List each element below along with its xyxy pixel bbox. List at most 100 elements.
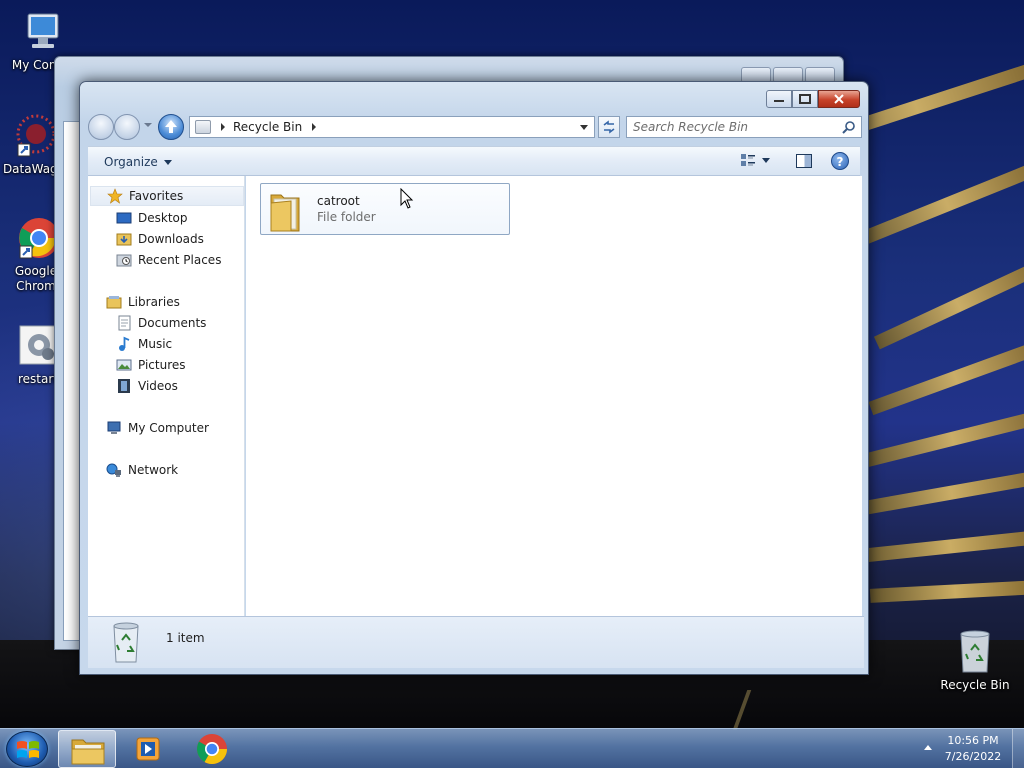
nav-network[interactable]: Network: [106, 460, 178, 480]
item-count: 1 item: [166, 631, 205, 645]
nav-label: Desktop: [138, 211, 188, 225]
nav-pictures[interactable]: Pictures: [116, 355, 186, 375]
videos-film-icon: [116, 378, 132, 394]
up-button[interactable]: [158, 114, 184, 140]
wallpaper-beam: [861, 470, 1024, 516]
taskbar-chrome-button[interactable]: [183, 730, 241, 768]
arrow-up-icon: [165, 120, 177, 133]
nav-label: My Computer: [128, 421, 209, 435]
nav-documents[interactable]: Documents: [116, 313, 206, 333]
nav-videos[interactable]: Videos: [116, 376, 178, 396]
nav-label: Libraries: [128, 295, 180, 309]
libraries-icon: [106, 294, 122, 310]
clock-time: 10:56 PM: [947, 734, 999, 747]
desktop-icon: [116, 210, 132, 226]
minimize-icon: [774, 100, 784, 102]
address-bar[interactable]: Recycle Bin: [189, 116, 595, 138]
nav-label: Network: [128, 463, 179, 477]
file-name: catroot: [317, 194, 360, 208]
show-hidden-icons-chevron-icon[interactable]: [924, 745, 932, 750]
recycle-bin-icon: [951, 628, 999, 676]
recycle-bin-small-icon: [195, 120, 211, 134]
nav-libraries[interactable]: Libraries: [106, 292, 180, 312]
folder-icon: [71, 739, 105, 765]
organize-menu-button[interactable]: Organize: [104, 155, 172, 169]
wallpaper-beam: [851, 160, 1024, 249]
nav-music[interactable]: Music: [116, 334, 172, 354]
nav-recent-places[interactable]: Recent Places: [116, 250, 221, 270]
pictures-icon: [116, 357, 132, 373]
chrome-icon: [12, 214, 60, 262]
preview-pane-button[interactable]: [796, 154, 812, 168]
chrome-icon: [196, 734, 227, 765]
wallpaper-beam: [869, 580, 1024, 603]
desktop-icon-recycle-bin[interactable]: Recycle Bin: [935, 628, 1015, 693]
breadcrumb-separator-icon[interactable]: [312, 123, 317, 131]
recent-pages-dropdown[interactable]: [144, 123, 152, 127]
show-desktop-button[interactable]: [1012, 729, 1024, 768]
navigation-pane: Favorites Desktop Downloads Recent Place…: [88, 176, 245, 616]
recycle-bin-icon: [113, 622, 139, 663]
close-icon: [834, 94, 844, 104]
search-icon[interactable]: [842, 120, 856, 134]
start-button[interactable]: [6, 731, 48, 767]
nav-label: Documents: [138, 316, 207, 330]
star-icon: [107, 188, 123, 204]
file-list[interactable]: catroot File folder: [246, 176, 862, 616]
datawage-icon: [10, 112, 58, 160]
computer-icon: [106, 420, 122, 436]
nav-label: Downloads: [138, 232, 204, 246]
chevron-down-icon: [762, 157, 770, 163]
file-item-catroot[interactable]: catroot File folder: [260, 183, 510, 235]
nav-label: Pictures: [138, 358, 186, 372]
wallpaper-beam: [868, 340, 1024, 416]
folder-icon: [270, 194, 300, 232]
navigation-bar: Recycle Bin: [88, 114, 862, 140]
nav-label: Favorites: [129, 189, 184, 203]
music-note-icon: [116, 336, 132, 352]
back-button[interactable]: [88, 114, 114, 140]
change-view-button[interactable]: [740, 153, 770, 167]
nav-downloads[interactable]: Downloads: [116, 229, 204, 249]
chevron-down-icon: [163, 159, 172, 165]
breadcrumb-recycle-bin[interactable]: Recycle Bin: [233, 120, 302, 134]
explorer-window[interactable]: Recycle Bin Organize ? Favorites: [79, 81, 869, 675]
refresh-icon: [603, 120, 615, 134]
refresh-button[interactable]: [598, 116, 620, 138]
forward-button[interactable]: [114, 114, 140, 140]
wallpaper-beam: [873, 260, 1024, 350]
window-controls: [766, 90, 860, 108]
address-history-dropdown[interactable]: [580, 125, 588, 130]
recent-places-icon: [116, 252, 132, 268]
search-input[interactable]: [633, 120, 843, 134]
taskbar-media-player-button[interactable]: [120, 730, 178, 768]
nav-desktop[interactable]: Desktop: [116, 208, 188, 228]
maximize-icon: [799, 94, 811, 104]
network-icon: [106, 462, 122, 478]
wallpaper-beam: [860, 530, 1024, 563]
nav-label: Videos: [138, 379, 178, 393]
breadcrumb-separator-icon[interactable]: [221, 123, 225, 131]
nav-label: Music: [138, 337, 173, 351]
close-button[interactable]: [818, 90, 860, 108]
wallpaper-beam: [863, 410, 1024, 468]
computer-icon: [16, 8, 64, 56]
maximize-button[interactable]: [792, 90, 818, 108]
desktop-icon-label: Recycle Bin: [940, 678, 1010, 692]
help-icon[interactable]: ?: [831, 152, 849, 170]
taskbar-clock[interactable]: 10:56 PM 7/26/2022: [940, 733, 1006, 765]
search-box[interactable]: [626, 116, 862, 138]
mouse-cursor-icon: [400, 188, 414, 209]
taskbar-explorer-button[interactable]: [58, 730, 116, 768]
minimize-button[interactable]: [766, 90, 792, 108]
details-pane: 1 item: [88, 616, 864, 668]
organize-label: Organize: [104, 155, 158, 169]
nav-favorites[interactable]: Favorites: [90, 186, 244, 206]
nav-my-computer[interactable]: My Computer: [106, 418, 209, 438]
downloads-folder-icon: [116, 231, 132, 247]
documents-icon: [116, 315, 132, 331]
nav-label: Recent Places: [138, 253, 222, 267]
windows-logo-icon: [17, 741, 39, 758]
media-player-icon: [136, 737, 160, 761]
taskbar: 10:56 PM 7/26/2022: [0, 728, 1024, 768]
